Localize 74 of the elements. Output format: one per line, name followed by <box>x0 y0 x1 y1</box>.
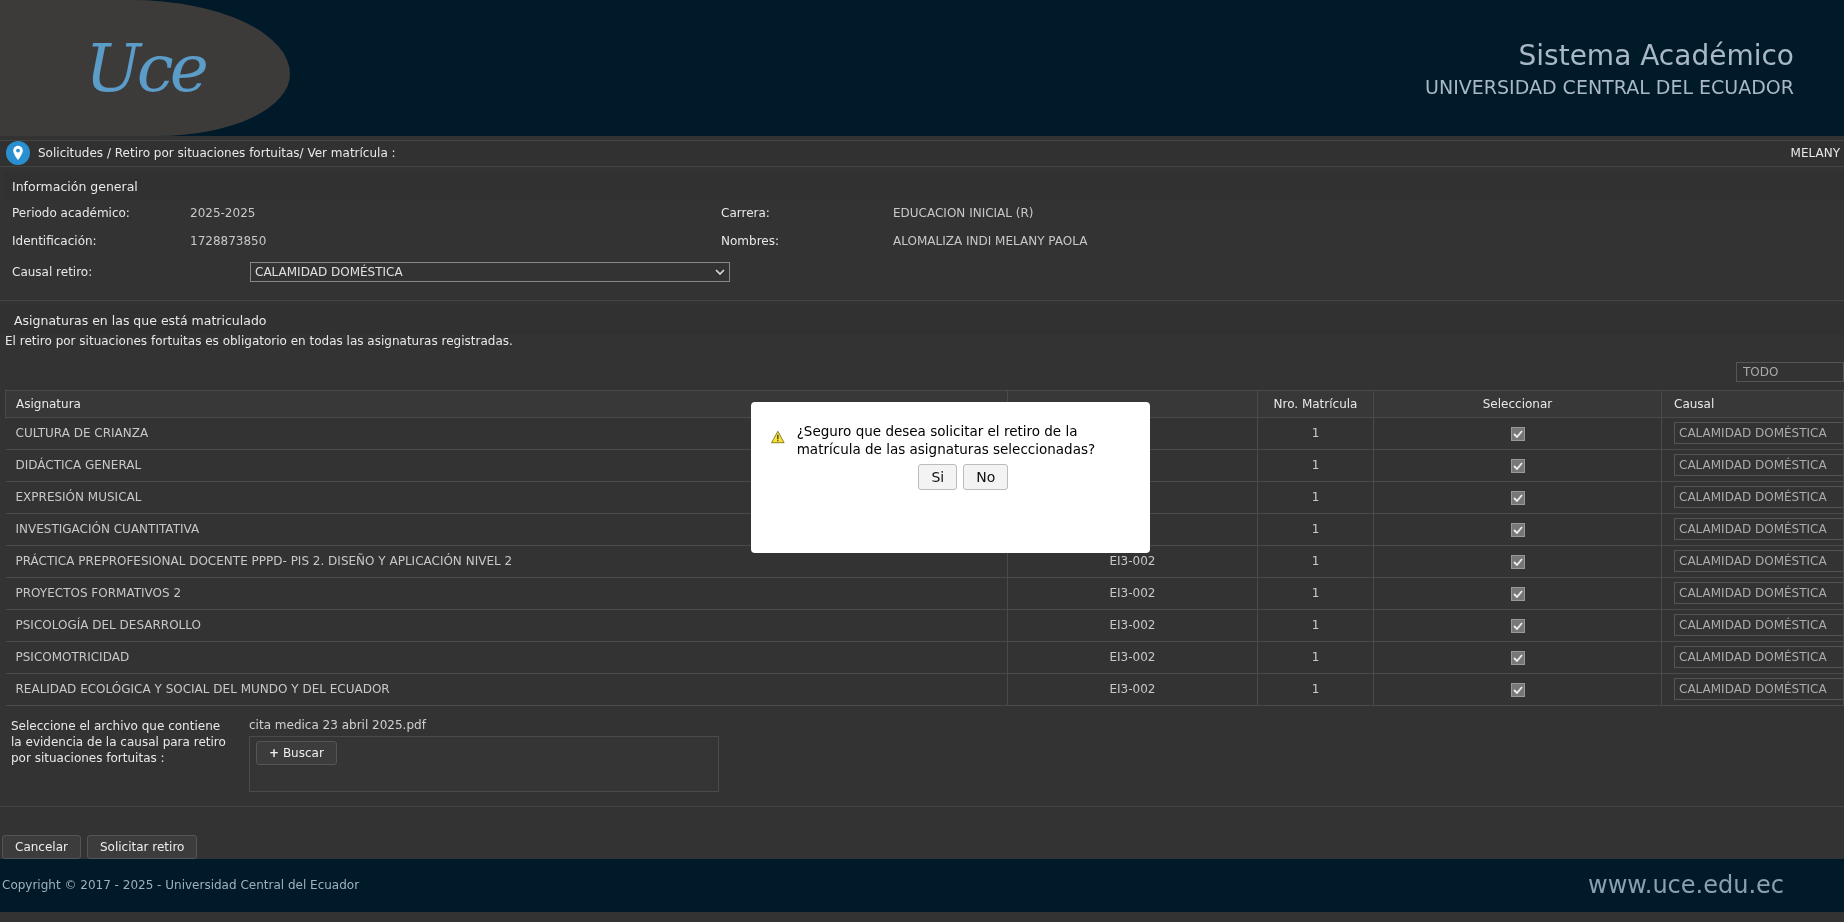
select-checkbox[interactable] <box>1510 554 1525 569</box>
field-value: ALOMALIZA INDI MELANY PAOLA <box>893 233 1089 248</box>
causal-field[interactable]: CALAMIDAD DOMÉSTICA <box>1674 454 1844 477</box>
column-header: Causal <box>1674 396 1715 411</box>
yes-button[interactable]: Si <box>918 464 958 490</box>
no-button[interactable]: No <box>963 464 1009 490</box>
enrollment-number: 1 <box>1311 522 1320 537</box>
column-header: Asignatura <box>16 396 81 411</box>
university-name: UNIVERSIDAD CENTRAL DEL ECUADOR <box>1425 75 1794 98</box>
enrollment-number: 1 <box>1311 490 1320 505</box>
subject-name: CULTURA DE CRIANZA <box>15 426 149 441</box>
subject-name: REALIDAD ECOLÓGICA Y SOCIAL DEL MUNDO Y DEL ECUADOR <box>15 682 390 697</box>
causal-field[interactable]: CALAMIDAD DOMÉSTICA <box>1674 422 1844 445</box>
field-value: 1728873850 <box>190 233 268 248</box>
cancel-button[interactable]: Cancelar <box>2 834 81 859</box>
copyright-text: Copyright © 2017 - 2025 - Universidad Central del Ecuador <box>1 878 360 893</box>
system-title: Sistema Académico <box>1517 38 1794 72</box>
causal-field[interactable]: CALAMIDAD DOMÉSTICA <box>1674 582 1844 605</box>
causal-field[interactable]: CALAMIDAD DOMÉSTICA <box>1674 518 1844 541</box>
subject-code: EI3-002 <box>1109 586 1156 601</box>
field-value: EDUCACION INICIAL (R) <box>893 205 1035 220</box>
user-name: MELANY <box>1790 146 1841 161</box>
causal-dropdown[interactable]: CALAMIDAD DOMÉSTICA <box>250 261 730 282</box>
field-value: 2025-2025 <box>190 205 257 220</box>
filter-field[interactable]: TODO <box>1736 361 1844 382</box>
subject-code: EI3-002 <box>1109 650 1156 665</box>
subject-name: INVESTIGACIÓN CUANTITATIVA <box>15 522 200 537</box>
subject-name: DIDÁCTICA GENERAL <box>15 458 142 473</box>
field-label: Periodo académico: <box>12 205 131 220</box>
browse-button[interactable]: + Buscar <box>256 740 337 765</box>
causal-field[interactable]: CALAMIDAD DOMÉSTICA <box>1674 678 1844 701</box>
subject-name: PRÁCTICA PREPROFESIONAL DOCENTE PPPD- PIS 2. DISEÑO Y APLICACIÓN NIVEL 2 <box>15 554 513 569</box>
notice-text: El retiro por situaciones fortuitas es obligatorio en todas las asignaturas registradas. <box>4 333 514 348</box>
subject-code: EI3-002 <box>1109 554 1156 569</box>
causal-field[interactable]: CALAMIDAD DOMÉSTICA <box>1674 646 1844 669</box>
logo-text: Uce <box>85 29 205 107</box>
enrollment-number: 1 <box>1311 458 1320 473</box>
breadcrumb-path: Solicitudes / Retiro por situaciones fortuitas/ Ver matrícula : <box>38 146 397 161</box>
caret-icon <box>715 268 725 275</box>
enrollment-number: 1 <box>1311 650 1320 665</box>
field-label: Identificación: <box>12 233 98 248</box>
subject-name: PSICOLOGÍA DEL DESARROLLO <box>15 618 201 633</box>
field-label: Nombres: <box>721 233 780 248</box>
column-header: Nro. Matrícula <box>1273 396 1358 411</box>
select-checkbox[interactable] <box>1510 586 1525 601</box>
enrollment-number: 1 <box>1311 618 1320 633</box>
select-checkbox[interactable] <box>1510 522 1525 537</box>
select-checkbox[interactable] <box>1510 618 1525 633</box>
subject-code: EI3-002 <box>1109 682 1156 697</box>
file-name: cita medica 23 abril 2025.pdf <box>249 717 428 732</box>
causal-field[interactable]: CALAMIDAD DOMÉSTICA <box>1674 550 1844 573</box>
enrollment-number: 1 <box>1311 426 1320 441</box>
location-pin-icon <box>6 141 30 166</box>
select-checkbox[interactable] <box>1510 490 1525 505</box>
upload-label: Seleccione el archivo que contiene la evidencia de la causal para retiro por situaciones fortuitas : <box>11 717 227 767</box>
subject-code: EI3-002 <box>1109 618 1156 633</box>
select-checkbox[interactable] <box>1510 426 1525 441</box>
field-label: Causal retiro: <box>12 264 94 279</box>
causal-field[interactable]: CALAMIDAD DOMÉSTICA <box>1674 614 1844 637</box>
select-checkbox[interactable] <box>1510 682 1525 697</box>
enrollment-number: 1 <box>1311 682 1320 697</box>
enrollment-number: 1 <box>1311 554 1320 569</box>
dialog-message: ¿Seguro que desea solicitar el retiro de la matrícula de las asignaturas seleccionadas? <box>796 422 1097 458</box>
subject-name: PSICOMOTRICIDAD <box>15 650 130 665</box>
causal-field[interactable]: CALAMIDAD DOMÉSTICA <box>1674 486 1844 509</box>
submit-button[interactable]: Solicitar retiro <box>86 834 198 859</box>
column-header: Seleccionar <box>1482 396 1553 411</box>
select-checkbox[interactable] <box>1510 458 1525 473</box>
subject-name: EXPRESIÓN MUSICAL <box>15 490 142 505</box>
enrollment-number: 1 <box>1311 586 1320 601</box>
field-label: Carrera: <box>721 205 771 220</box>
select-checkbox[interactable] <box>1510 650 1525 665</box>
subject-name: PROYECTOS FORMATIVOS 2 <box>15 586 182 601</box>
website-address: www.uce.edu.ec <box>1588 871 1785 900</box>
